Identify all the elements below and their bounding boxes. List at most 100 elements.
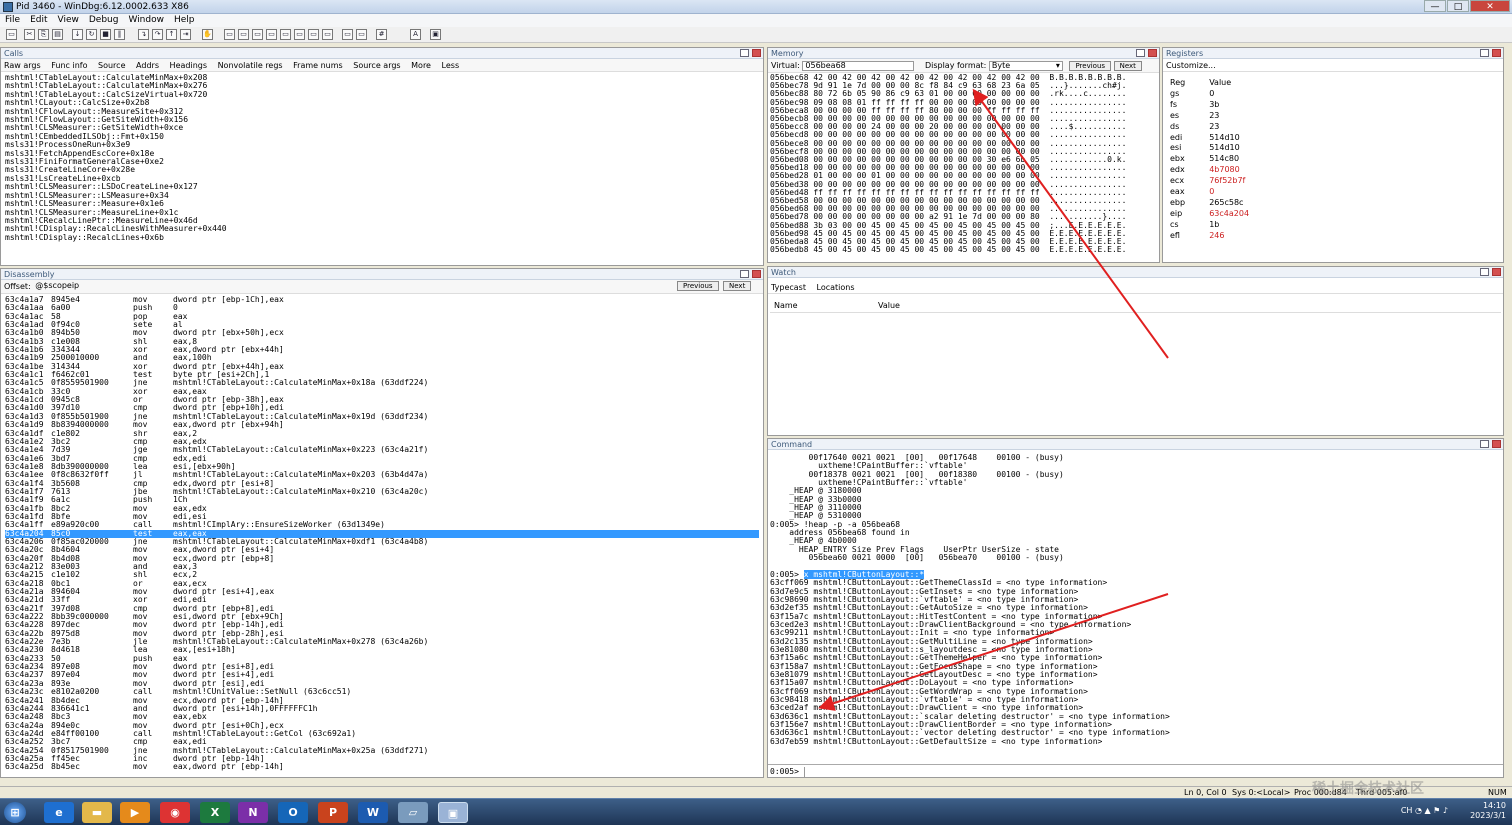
register-value[interactable]: 514c80 — [1189, 154, 1253, 165]
breakpoint-icon[interactable]: ✋ — [202, 29, 213, 40]
virtual-address-input[interactable]: 056bea68 — [802, 60, 915, 71]
display-format-select[interactable]: Byte ▾ — [988, 60, 1063, 71]
ie-icon[interactable]: e — [44, 802, 74, 823]
copy-icon[interactable]: ⎘ — [38, 29, 49, 40]
opt-raw-args[interactable]: Raw args — [4, 61, 41, 70]
menu-view[interactable]: View — [53, 14, 84, 27]
disassembly-row[interactable]: 63c4a1ff e89a920c00 call mshtml!CImplAry::E… — [5, 520, 759, 529]
powerpoint-icon[interactable]: P — [318, 802, 348, 823]
disasm-next-button[interactable]: Next — [723, 281, 752, 291]
register-value[interactable]: 23 — [1189, 122, 1253, 133]
call-stack-frame[interactable]: mshtml!CDisplay::RecalcLines+0x6b — [5, 233, 759, 242]
dock-icon[interactable] — [1480, 268, 1489, 276]
close-icon[interactable] — [1148, 49, 1157, 57]
step-into-icon[interactable]: ↴ — [138, 29, 149, 40]
typecast-link[interactable]: Typecast — [771, 283, 806, 292]
maximize-icon[interactable]: □ — [1447, 0, 1469, 12]
register-value[interactable]: 246 — [1189, 231, 1253, 242]
opt-func-info[interactable]: Func info — [51, 61, 87, 70]
opt-nonvolatile-regs[interactable]: Nonvolatile regs — [218, 61, 283, 70]
disassembly-row[interactable]: 63c4a212 83e003 and eax,3 — [5, 562, 759, 571]
register-value[interactable]: 4b7080 — [1189, 165, 1253, 176]
register-value[interactable]: 514d10 — [1189, 133, 1253, 144]
close-icon[interactable]: ✕ — [1470, 0, 1510, 12]
go-icon[interactable]: ↓ — [72, 29, 83, 40]
cut-icon[interactable]: ✂ — [24, 29, 35, 40]
onenote-icon[interactable]: N — [238, 802, 268, 823]
opt-less[interactable]: Less — [442, 61, 460, 70]
disassembly-row[interactable]: 63c4a1f7 7613 jbe mshtml!CTableLayout::Calc… — [5, 487, 759, 496]
customize-link[interactable]: Customize... — [1166, 61, 1216, 70]
disassembly-row[interactable]: 63c4a23a 893e mov dword ptr [esi],edi — [5, 679, 759, 688]
disassembly-row[interactable]: 63c4a1b3 c1e008 shl eax,8 — [5, 337, 759, 346]
disassembly-row[interactable]: 63c4a237 897e04 mov dword ptr [esi+4],edi — [5, 671, 759, 680]
disassembly-row[interactable]: 63c4a218 0bc1 or eax,ecx — [5, 579, 759, 588]
disassembly-row[interactable]: 63c4a228 897dec mov dword ptr [ebp-14h],edi — [5, 621, 759, 630]
memory-previous-button[interactable]: Previous — [1069, 60, 1112, 71]
media-player-icon[interactable]: ▶ — [120, 802, 150, 823]
memory-next-button[interactable]: Next — [1113, 60, 1142, 71]
disasm-previous-button[interactable]: Previous — [677, 281, 719, 291]
opt-frame-nums[interactable]: Frame nums — [293, 61, 343, 70]
disassembly-row[interactable]: 63c4a20c 8b4604 mov eax,dword ptr [esi+4] — [5, 545, 759, 554]
notepad-icon[interactable]: ▱ — [398, 802, 428, 823]
outlook-icon[interactable]: O — [278, 802, 308, 823]
register-value[interactable]: 63c4a204 — [1189, 209, 1253, 220]
locals-window-icon[interactable]: ▭ — [252, 29, 263, 40]
disassembly-row[interactable]: 63c4a1e4 7d39 jge mshtml!CTableLayout::Calc… — [5, 445, 759, 454]
dock-icon[interactable] — [1136, 49, 1145, 57]
register-value[interactable]: 76f52b7f — [1189, 176, 1253, 187]
dock-icon[interactable] — [740, 49, 749, 57]
disassembly-row[interactable]: 63c4a244 836641c1 and dword ptr [esi+14h],0… — [5, 704, 759, 713]
register-value[interactable]: 0 — [1189, 89, 1253, 100]
register-value[interactable]: 23 — [1189, 111, 1253, 122]
disassembly-row[interactable]: 63c4a24d e84ff00100 call mshtml!CTableLayou… — [5, 729, 759, 738]
word-icon[interactable]: W — [358, 802, 388, 823]
callstack-window-icon[interactable]: ▭ — [294, 29, 305, 40]
disassembly-row[interactable]: 63c4a1a7 8945e4 mov dword ptr [ebp-1Ch],eax — [5, 295, 759, 304]
register-value[interactable]: 265c58c — [1189, 198, 1253, 209]
disassembly-row[interactable]: 63c4a1d3 0f855b501900 jne mshtml!CTableLayo… — [5, 412, 759, 421]
disassembly-row[interactable]: 63c4a1ad 0f94c0 sete al — [5, 320, 759, 329]
memory-window-icon[interactable]: ▭ — [280, 29, 291, 40]
disassembly-row[interactable]: 63c4a22e 7e3b jle mshtml!CTableLayout::Calc… — [5, 637, 759, 646]
disassembly-row[interactable]: 63c4a206 0f85ac020000 jne mshtml!CTableLayo… — [5, 537, 759, 546]
source-mode-icon[interactable]: ▭ — [356, 29, 367, 40]
disassembly-row[interactable]: 63c4a25a ff45ec inc dword ptr [ebp-14h] — [5, 754, 759, 763]
disassembly-window-icon[interactable]: ▭ — [308, 29, 319, 40]
disassembly-row[interactable]: 63c4a1cd 0945c8 or dword ptr [ebp-38h],eax — [5, 395, 759, 404]
opt-source-args[interactable]: Source args — [353, 61, 400, 70]
excel-icon[interactable]: X — [200, 802, 230, 823]
opt-addrs[interactable]: Addrs — [136, 61, 159, 70]
disassembly-row[interactable]: 63c4a21d 33ff xor edi,edi — [5, 596, 759, 605]
disassembly-row[interactable]: 63c4a234 897e08 mov dword ptr [esi+8],edi — [5, 662, 759, 671]
disassembly-row[interactable]: 63c4a1ac 58 pop eax — [5, 312, 759, 321]
watch-window-icon[interactable]: ▭ — [238, 29, 249, 40]
disassembly-row[interactable]: 63c4a21f 397d08 cmp dword ptr [ebp+8],edi — [5, 604, 759, 613]
windbg-taskbar-icon[interactable]: ▣ — [438, 802, 468, 823]
disassembly-row[interactable]: 63c4a1e6 3bd7 cmp edx,edi — [5, 454, 759, 463]
command-input[interactable] — [803, 766, 1494, 777]
disassembly-row[interactable]: 63c4a1aa 6a00 push 0 — [5, 303, 759, 312]
offset-input[interactable]: @$scopeip — [33, 281, 653, 292]
disassembly-row[interactable]: 63c4a230 8d4618 lea eax,[esi+18h] — [5, 646, 759, 655]
disassembly-row[interactable]: 63c4a1c5 0f8559501900 jne mshtml!CTableLayo… — [5, 379, 759, 388]
disassembly-row[interactable]: 63c4a1b6 334344 xor eax,dword ptr [ebx+44h] — [5, 345, 759, 354]
disassembly-row[interactable]: 63c4a241 8b4dec mov ecx,dword ptr [ebp-14h] — [5, 696, 759, 705]
registers-window-icon[interactable]: ▭ — [266, 29, 277, 40]
paste-icon[interactable]: ▤ — [52, 29, 63, 40]
hex-mode-icon[interactable]: # — [376, 29, 387, 40]
locations-link[interactable]: Locations — [817, 283, 855, 292]
start-icon[interactable]: ⊞ — [4, 802, 26, 823]
scratch-pad-icon[interactable]: ▭ — [322, 29, 333, 40]
disassembly-row[interactable]: 63c4a1d9 8b8394000000 mov eax,dword ptr [eb… — [5, 420, 759, 429]
register-value[interactable]: 0 — [1189, 187, 1253, 198]
open-icon[interactable]: ▭ — [6, 29, 17, 40]
menu-file[interactable]: File — [0, 14, 25, 27]
dock-icon[interactable] — [1480, 440, 1489, 448]
minimize-icon[interactable]: — — [1424, 0, 1446, 12]
stop-icon[interactable]: ■ — [100, 29, 111, 40]
step-out-icon[interactable]: ↑ — [166, 29, 177, 40]
command-window-icon[interactable]: ▭ — [224, 29, 235, 40]
disassembly-row[interactable]: 63c4a1b0 894b50 mov dword ptr [ebx+50h],ecx — [5, 329, 759, 338]
